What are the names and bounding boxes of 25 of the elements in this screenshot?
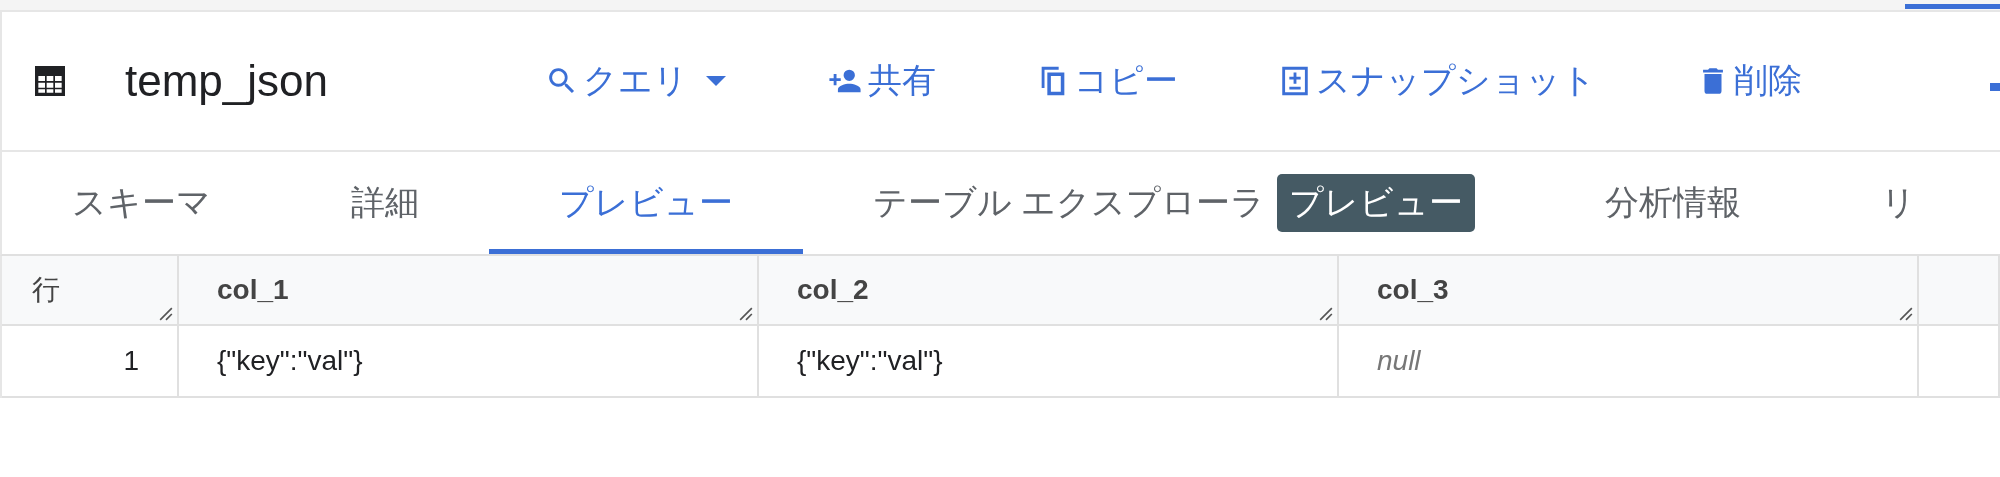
table-title: temp_json [125,56,329,106]
table-cell: 1 [2,326,179,398]
resize-handle-icon[interactable] [739,307,753,321]
query-dropdown-button[interactable]: クエリ [545,54,726,108]
resize-handle-icon[interactable] [1899,307,1913,321]
share-button[interactable]: 共有 [826,54,936,108]
snapshot-button[interactable]: スナップショット [1278,54,1596,108]
tab[interactable]: 分析情報 [1535,152,1812,254]
resize-handle-icon[interactable] [1319,307,1333,321]
resize-handle-icon[interactable] [159,307,173,321]
tab[interactable]: 詳細 [281,152,489,254]
tab[interactable]: リ [1811,152,1987,254]
column-header[interactable]: 行 [32,271,60,309]
delete-button[interactable]: 削除 [1696,54,1802,108]
preview-badge: プレビュー [1277,174,1476,232]
tab[interactable]: テーブル エクスプローラ [803,152,1278,254]
caret-icon [706,76,726,86]
column-header[interactable]: col_3 [1377,274,1449,306]
tab[interactable]: スキーマ [2,152,281,254]
copy-button[interactable]: コピー [1036,54,1178,108]
table-cell: null [1339,326,1919,398]
column-header[interactable]: col_1 [217,274,289,306]
table-cell: {"key":"val"} [179,326,759,398]
table-cell: {"key":"val"} [759,326,1339,398]
column-header[interactable]: col_2 [797,274,869,306]
